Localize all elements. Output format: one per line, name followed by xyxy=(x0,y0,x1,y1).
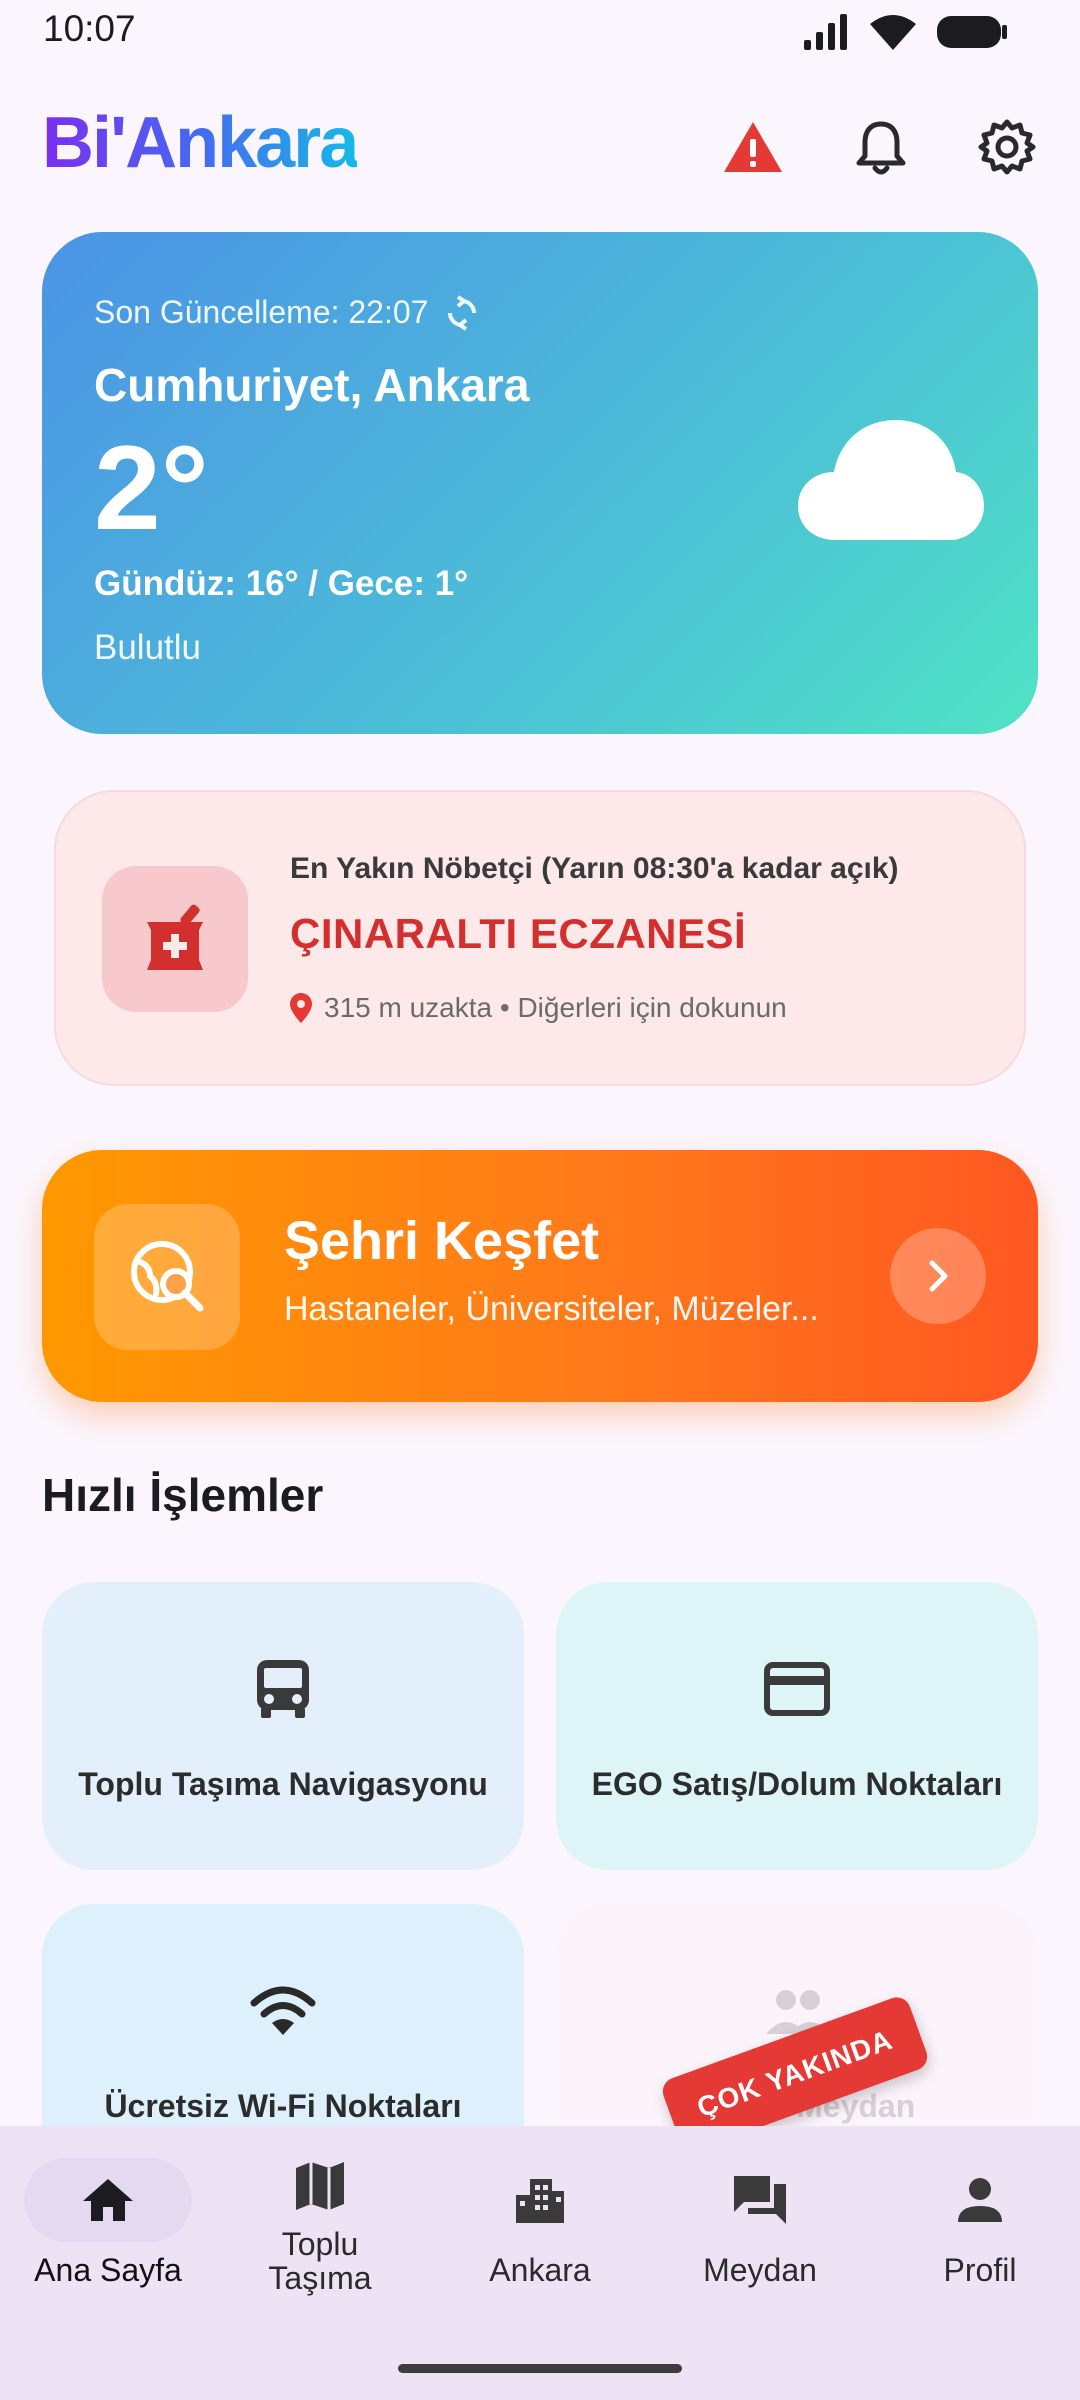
nav-meydan-label: Meydan xyxy=(703,2252,817,2288)
nav-home[interactable]: Ana Sayfa xyxy=(0,2158,216,2288)
quick-actions-title: Hızlı İşlemler xyxy=(42,1469,324,1521)
cloud-icon xyxy=(798,420,984,540)
pharmacy-subtitle: En Yakın Nöbetçi (Yarın 08:30'a kadar aç… xyxy=(290,852,899,885)
home-indicator[interactable] xyxy=(398,2364,682,2373)
warning-icon xyxy=(724,122,782,172)
map-icon xyxy=(296,2162,344,2210)
weather-day-night: Gündüz: 16° / Gece: 1° xyxy=(94,564,469,603)
nav-transit[interactable]: Toplu Taşıma xyxy=(212,2156,428,2295)
card-icon xyxy=(764,1662,830,1716)
nav-ankara[interactable]: Ankara xyxy=(432,2158,648,2288)
home-icon xyxy=(83,2179,133,2221)
nav-home-label: Ana Sayfa xyxy=(34,2252,182,2288)
bus-icon xyxy=(257,1660,309,1718)
globe-search-icon xyxy=(131,1241,204,1312)
wifi-icon xyxy=(250,1986,316,2035)
weather-temperature: 2° xyxy=(94,421,209,555)
alert-button[interactable] xyxy=(718,112,788,182)
chat-icon xyxy=(734,2176,786,2224)
wifi-status-icon xyxy=(870,15,916,50)
refresh-icon[interactable] xyxy=(444,294,480,331)
weather-location: Cumhuriyet, Ankara xyxy=(94,359,530,411)
transit-navigation-label: Toplu Taşıma Navigasyonu xyxy=(78,1766,488,1802)
chevron-right-icon xyxy=(929,1260,948,1292)
nav-profile-label: Profil xyxy=(943,2252,1017,2288)
pharmacy-icon-box xyxy=(102,866,248,1012)
ego-points-label: EGO Satış/Dolum Noktaları xyxy=(591,1766,1003,1802)
pharmacy-distance: 315 m uzakta • Diğerleri için dokunun xyxy=(290,992,787,1024)
nav-transit-label: Toplu Taşıma xyxy=(268,2226,372,2296)
weather-card[interactable]: Son Güncelleme: 22:07 Cumhuriyet, Ankara… xyxy=(42,232,1038,734)
gear-icon xyxy=(978,119,1036,175)
bell-icon xyxy=(856,121,906,175)
pharmacy-distance-text: 315 m uzakta • Diğerleri için dokunun xyxy=(324,992,787,1023)
explore-title: Şehri Keşfet xyxy=(284,1211,600,1271)
bottom-navigation: Ana Sayfa Toplu Taşıma Ankara Meydan Pro… xyxy=(0,2126,1080,2400)
nav-ankara-label: Ankara xyxy=(489,2252,591,2288)
weather-updated-text: Son Güncelleme: 22:07 xyxy=(94,294,429,330)
signal-icon xyxy=(804,14,847,50)
transit-navigation-tile[interactable]: Toplu Taşıma Navigasyonu xyxy=(42,1582,524,1870)
status-time: 10:07 xyxy=(43,8,136,49)
explore-subtitle: Hastaneler, Üniversiteler, Müzeler... xyxy=(284,1290,819,1328)
free-wifi-label: Ücretsiz Wi-Fi Noktaları xyxy=(104,2088,462,2124)
location-pin-icon xyxy=(290,993,312,1023)
explore-icon-box xyxy=(94,1204,240,1350)
nav-meydan[interactable]: Meydan xyxy=(652,2158,868,2288)
ego-points-tile[interactable]: EGO Satış/Dolum Noktaları xyxy=(556,1582,1038,1870)
person-icon xyxy=(958,2178,1002,2222)
weather-condition: Bulutlu xyxy=(94,628,202,667)
notifications-button[interactable] xyxy=(846,112,916,182)
explore-arrow-button[interactable] xyxy=(890,1228,986,1324)
battery-icon xyxy=(937,16,1007,48)
mortar-pestle-icon xyxy=(147,904,203,970)
nav-profile[interactable]: Profil xyxy=(872,2158,1080,2288)
weather-updated: Son Güncelleme: 22:07 xyxy=(94,294,480,331)
explore-city-card[interactable]: Şehri Keşfet Hastaneler, Üniversiteler, … xyxy=(42,1150,1038,1402)
pharmacy-name: ÇINARALTI ECZANESİ xyxy=(290,910,747,957)
pharmacy-card[interactable]: En Yakın Nöbetçi (Yarın 08:30'a kadar aç… xyxy=(54,790,1026,1086)
city-icon xyxy=(516,2179,564,2223)
app-logo: Bi'Ankara xyxy=(42,103,359,183)
settings-button[interactable] xyxy=(972,112,1042,182)
status-icons xyxy=(802,12,1008,52)
